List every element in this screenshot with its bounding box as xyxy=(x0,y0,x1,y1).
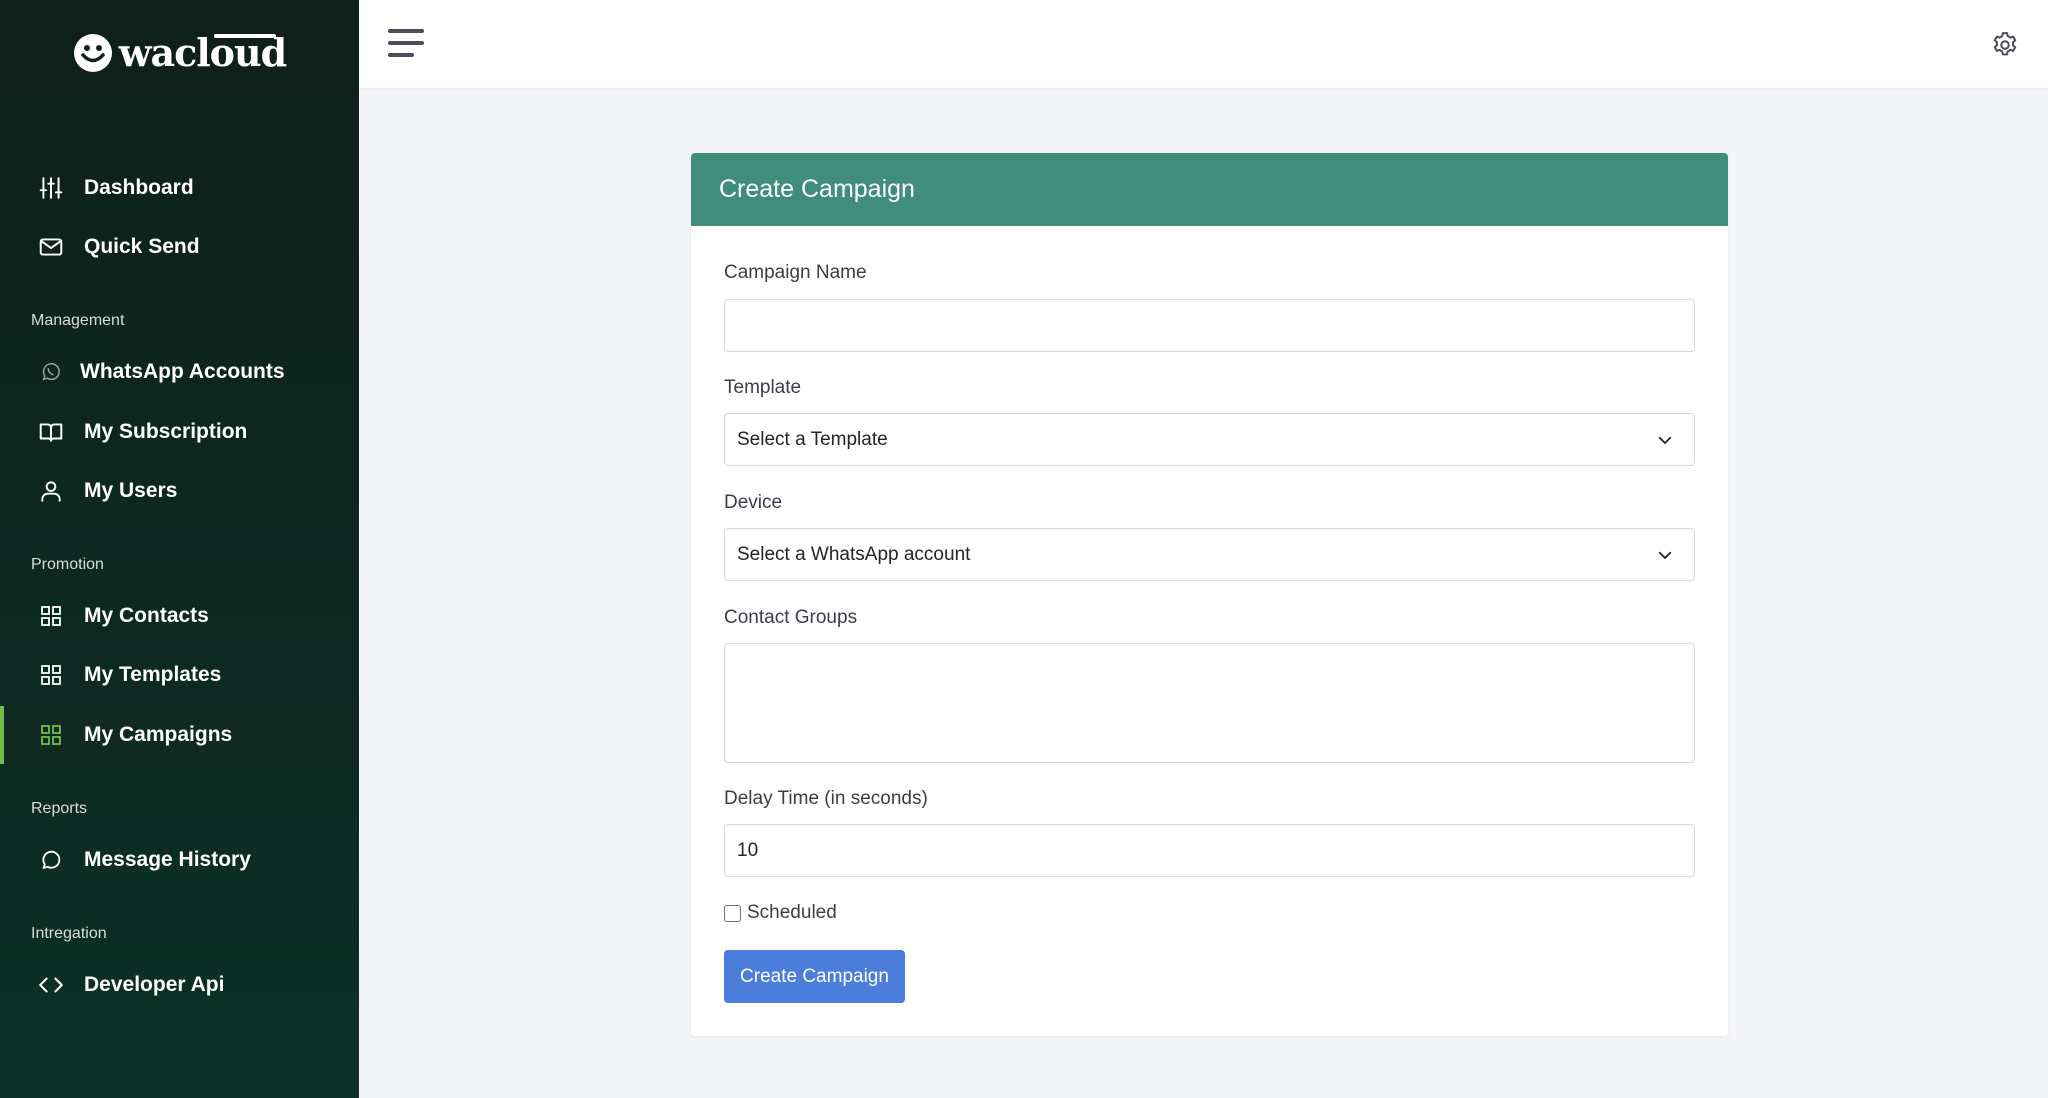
grid-icon xyxy=(38,662,64,688)
campaign-name-label: Campaign Name xyxy=(724,262,867,283)
grid-icon xyxy=(38,603,64,629)
gear-icon[interactable] xyxy=(1990,30,2020,60)
sidebar-item-my-templates[interactable]: My Templates xyxy=(0,646,359,704)
chevron-down-icon xyxy=(1658,551,1672,559)
section-label-promotion: Promotion xyxy=(31,556,104,573)
scheduled-label[interactable]: Scheduled xyxy=(747,902,837,924)
sidebar-item-label: My Users xyxy=(84,479,178,502)
sidebar-item-label: Dashboard xyxy=(84,176,194,199)
section-label-reports: Reports xyxy=(31,800,88,817)
template-label: Template xyxy=(724,377,802,398)
whatsapp-icon xyxy=(38,359,64,385)
card-title: Create Campaign xyxy=(691,153,1728,226)
sidebar-item-developer-api[interactable]: Developer Api xyxy=(0,956,359,1014)
scheduled-checkbox[interactable] xyxy=(724,904,741,922)
section-label-integration: Intregation xyxy=(31,925,107,942)
device-select[interactable]: Select a WhatsApp account xyxy=(724,528,1695,581)
grid-icon xyxy=(38,722,64,748)
brand-logo[interactable]: wacloud xyxy=(0,30,359,75)
device-label: Device xyxy=(724,492,783,513)
delay-time-label: Delay Time (in seconds) xyxy=(724,788,928,809)
sidebar-item-label: My Templates xyxy=(84,663,222,686)
create-campaign-button[interactable]: Create Campaign xyxy=(724,950,905,1003)
sidebar-item-label: WhatsApp Accounts xyxy=(80,360,285,383)
hamburger-icon[interactable] xyxy=(388,29,424,57)
delay-time-input[interactable] xyxy=(724,824,1695,877)
chevron-down-icon xyxy=(1658,436,1672,444)
brand-name: wacloud xyxy=(118,30,287,75)
sidebar-item-message-history[interactable]: Message History xyxy=(0,831,359,889)
sidebar-item-my-campaigns[interactable]: My Campaigns xyxy=(0,706,359,764)
section-label-management: Management xyxy=(31,312,125,329)
sliders-icon xyxy=(38,175,64,201)
sidebar-item-label: Message History xyxy=(84,848,251,871)
topbar xyxy=(359,0,2048,88)
sidebar-item-dashboard[interactable]: Dashboard xyxy=(0,159,359,217)
device-select-value: Select a WhatsApp account xyxy=(737,543,971,565)
sidebar-item-my-contacts[interactable]: My Contacts xyxy=(0,587,359,645)
scheduled-row: Scheduled xyxy=(724,902,837,924)
chat-bubble-icon xyxy=(38,847,64,873)
smiley-icon xyxy=(73,33,112,72)
contact-groups-select[interactable] xyxy=(724,643,1695,763)
book-icon xyxy=(38,419,64,445)
template-select-value: Select a Template xyxy=(737,428,888,450)
sidebar: wacloud Dashboard Quick Send Management … xyxy=(0,0,359,1098)
create-campaign-card: Create Campaign Campaign Name Template S… xyxy=(691,153,1728,1036)
sidebar-item-my-users[interactable]: My Users xyxy=(0,462,359,520)
campaign-name-input[interactable] xyxy=(724,299,1695,352)
sidebar-item-whatsapp-accounts[interactable]: WhatsApp Accounts xyxy=(0,343,359,401)
sidebar-item-label: My Contacts xyxy=(84,604,209,627)
envelope-icon xyxy=(38,234,64,260)
code-icon xyxy=(38,972,64,998)
sidebar-item-quick-send[interactable]: Quick Send xyxy=(0,218,359,276)
sidebar-item-my-subscription[interactable]: My Subscription xyxy=(0,403,359,461)
sidebar-item-label: Developer Api xyxy=(84,973,225,996)
sidebar-item-label: My Subscription xyxy=(84,420,248,443)
contact-groups-label: Contact Groups xyxy=(724,607,858,628)
sidebar-item-label: My Campaigns xyxy=(84,723,233,746)
user-icon xyxy=(38,478,64,504)
sidebar-item-label: Quick Send xyxy=(84,235,200,258)
template-select[interactable]: Select a Template xyxy=(724,413,1695,466)
